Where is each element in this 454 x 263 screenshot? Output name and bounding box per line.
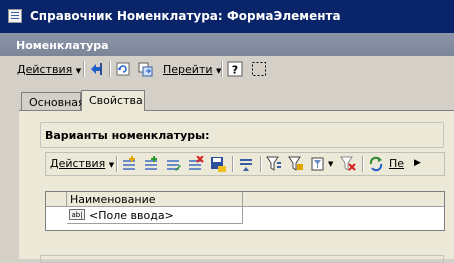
group-box-lower	[40, 255, 444, 263]
filter-icon[interactable]	[266, 156, 282, 172]
goto-menu-label: Перейти	[163, 63, 213, 76]
actions-menu-button[interactable]: Действия ▼	[17, 63, 81, 76]
column-header-label: Наименование	[70, 193, 156, 206]
actions-menu-label: Действия	[17, 63, 73, 76]
chevron-right-icon[interactable]: ▶	[414, 158, 421, 168]
tab-main-label: Основная	[29, 96, 85, 109]
catalog-icon	[8, 9, 22, 23]
delete-row-icon[interactable]	[188, 156, 204, 172]
tab-main[interactable]: Основная	[21, 92, 85, 110]
column-header-name[interactable]: Наименование	[67, 192, 243, 206]
move-up-down-icon[interactable]	[238, 156, 254, 172]
filter-by-value-icon[interactable]	[288, 156, 304, 172]
toolbar-separator	[109, 61, 110, 77]
move-to-group-icon[interactable]	[89, 61, 105, 77]
add-group-icon[interactable]	[144, 156, 160, 172]
toolbar-separator	[232, 156, 233, 172]
more-menu-label: Пе	[389, 157, 405, 170]
group-title: Варианты номенклатуры:	[45, 129, 210, 142]
clear-filter-icon[interactable]	[340, 156, 356, 172]
variants-toolbar: Действия ▼ ▼ Пе ▶	[45, 152, 445, 176]
chevron-down-icon: ▼	[75, 67, 82, 75]
tab-properties-label: Свойства	[89, 94, 143, 107]
table-header: Наименование	[46, 192, 444, 207]
table-row[interactable]: ab| <Поле ввода>	[67, 207, 243, 224]
form-header: Номенклатура	[0, 33, 454, 56]
input-field-icon: ab|	[69, 209, 85, 220]
toolbar-separator	[116, 156, 117, 172]
selection-frame-icon[interactable]	[251, 61, 267, 77]
toolbar-separator	[362, 156, 363, 172]
goto-menu-button[interactable]: Перейти ▼	[163, 63, 221, 76]
main-toolbar: Действия ▼ Перейти ▼ ?	[13, 58, 454, 80]
window-title: Справочник Номенклатура: ФормаЭлемента	[30, 9, 341, 23]
variants-table[interactable]: Наименование ab| <Поле ввода>	[45, 191, 445, 231]
form-header-title: Номенклатура	[16, 39, 109, 52]
save-ok-icon[interactable]	[210, 156, 226, 172]
filter-history-icon[interactable]	[310, 156, 326, 172]
toolbar-separator	[83, 61, 84, 77]
row-marker-header	[46, 192, 67, 206]
variants-actions-label: Действия	[50, 157, 106, 170]
edit-row-icon[interactable]	[166, 156, 182, 172]
cell-value: <Поле ввода>	[89, 209, 174, 222]
tab-properties[interactable]: Свойства	[81, 90, 145, 111]
help-icon[interactable]: ?	[227, 61, 243, 77]
toolbar-separator	[221, 61, 222, 77]
window-title-bar: Справочник Номенклатура: ФормаЭлемента	[0, 0, 454, 33]
more-menu-button[interactable]: Пе	[389, 157, 404, 170]
svg-text:?: ?	[232, 64, 238, 77]
chevron-down-icon[interactable]: ▼	[328, 160, 333, 168]
refresh-list-icon[interactable]	[368, 156, 384, 172]
variants-actions-menu-button[interactable]: Действия ▼	[50, 157, 114, 170]
refresh-icon[interactable]	[115, 61, 131, 77]
add-row-icon[interactable]	[122, 156, 138, 172]
copy-form-icon[interactable]	[137, 61, 153, 77]
toolbar-separator	[260, 156, 261, 172]
chevron-down-icon: ▼	[108, 161, 115, 169]
